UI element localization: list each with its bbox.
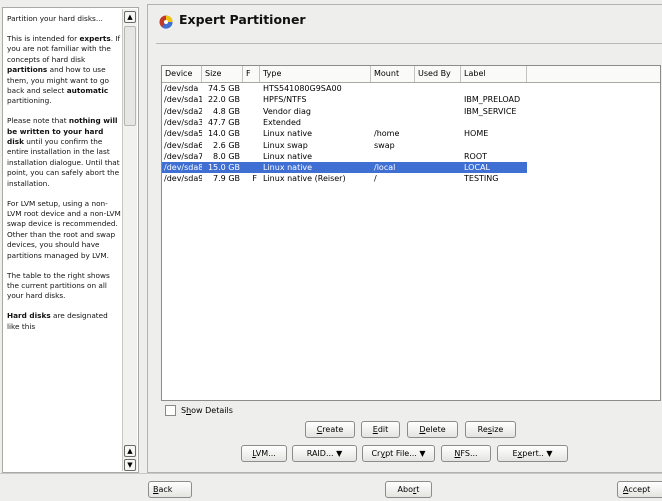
help-pane[interactable]: Partition your hard disks... This is inte… xyxy=(2,7,139,473)
nfs-button[interactable]: NFS... xyxy=(441,445,491,462)
scroll-down-icon[interactable]: ▼ xyxy=(124,459,136,471)
partition-table[interactable]: Device Size F Type Mount Used By Label /… xyxy=(161,65,661,401)
cell-label: ROOT xyxy=(464,151,488,161)
cell-label: IBM_SERVICE xyxy=(464,106,517,116)
cell-device: /dev/sda xyxy=(164,84,199,93)
scroll-up-icon[interactable]: ▲ xyxy=(124,445,136,457)
column-header-mount[interactable]: Mount xyxy=(371,66,415,82)
cell-mount: /local xyxy=(374,163,396,173)
cell-device: /dev/sda7 xyxy=(164,151,202,161)
scrollbar-thumb[interactable] xyxy=(124,26,136,126)
cell-label: TESTING xyxy=(464,174,499,184)
accept-button[interactable]: Accept xyxy=(617,481,662,498)
cell-label: IBM_PRELOAD xyxy=(464,95,521,105)
cell-label: LOCAL xyxy=(464,163,490,173)
cell-device: /dev/sda3 xyxy=(164,117,202,127)
cell-device: /dev/sda9 xyxy=(164,174,202,184)
cell-device: /dev/sda5 xyxy=(164,129,202,139)
cell-size: 47.7 GB xyxy=(207,117,240,127)
cell-type: Extended xyxy=(263,117,301,127)
cell-label: HOME xyxy=(464,129,489,139)
table-row[interactable]: /dev/sda6 2.6 GB Linux swap swap xyxy=(162,140,527,151)
cell-device: /dev/sda6 xyxy=(164,140,202,150)
cell-size: 2.6 GB xyxy=(213,140,240,150)
help-paragraph: The table to the right shows the current… xyxy=(7,270,110,301)
cell-mount: / xyxy=(374,174,377,184)
help-paragraph: Please note that nothing will be written… xyxy=(7,116,120,188)
cell-size: 14.0 GB xyxy=(207,129,240,139)
help-text: Partition your hard disks... This is inte… xyxy=(7,14,121,342)
help-paragraph: This is intended for experts. If you are… xyxy=(7,33,121,106)
delete-button[interactable]: Delete xyxy=(407,421,458,438)
cell-type: Linux native (Reiser) xyxy=(263,174,346,184)
back-button[interactable]: Back xyxy=(148,481,192,498)
cell-type: Vendor diag xyxy=(263,106,311,116)
help-paragraph: For LVM setup, using a non-LVM root devi… xyxy=(7,198,121,260)
cell-mount: /home xyxy=(374,129,400,139)
cell-size: 22.0 GB xyxy=(207,95,240,105)
cell-type: Linux swap xyxy=(263,140,308,150)
table-row[interactable]: /dev/sda3 47.7 GB Extended xyxy=(162,117,527,128)
help-paragraph: Partition your hard disks... xyxy=(7,14,103,23)
cell-type: Linux native xyxy=(263,163,313,173)
cell-type: HTS541080G9SA00 xyxy=(263,84,342,93)
cell-size: 7.9 GB xyxy=(213,174,240,184)
page-title: Expert Partitioner xyxy=(179,12,306,27)
cell-size: 74.5 GB xyxy=(207,84,240,93)
dropdown-arrow-icon: ▼ xyxy=(336,449,343,458)
column-header-type[interactable]: Type xyxy=(260,66,371,82)
cell-type: HPFS/NTFS xyxy=(263,95,307,105)
show-details-label: Show Details xyxy=(181,406,233,415)
table-header: Device Size F Type Mount Used By Label xyxy=(162,66,660,83)
crypt-file-dropdown-button[interactable]: Crypt File... ▼ xyxy=(362,445,435,462)
table-row[interactable]: /dev/sda9 7.9 GB F Linux native (Reiser) / TE… xyxy=(162,173,527,184)
table-row[interactable]: /dev/sda1 22.0 GB HPFS/NTFS IBM_PRELOAD xyxy=(162,94,527,105)
raid-dropdown-button[interactable]: RAID... ▼ xyxy=(292,445,357,462)
help-scrollbar[interactable]: ▲ ▲ ▼ xyxy=(122,9,137,471)
help-paragraph: Hard disks are designated like this xyxy=(7,311,108,331)
cell-mount: swap xyxy=(374,140,395,150)
table-row[interactable]: /dev/sda8 15.0 GB Linux native/local LOCAL xyxy=(162,162,527,174)
expert-dropdown-button[interactable]: Expert.. ▼ xyxy=(497,445,568,462)
column-header-f[interactable]: F xyxy=(243,66,260,82)
cell-type: Linux native xyxy=(263,129,313,139)
cell-device: /dev/sda2 xyxy=(164,106,202,116)
abort-button[interactable]: Abort xyxy=(385,481,432,498)
cell-size: 4.8 GB xyxy=(213,106,240,116)
column-header-size[interactable]: Size xyxy=(202,66,243,82)
checkbox-box[interactable] xyxy=(165,405,176,416)
cell-device: /dev/sda1 xyxy=(164,95,202,105)
cell-f: F xyxy=(252,174,257,184)
table-row[interactable]: /dev/sda5 14.0 GB Linux native/home HOME xyxy=(162,128,527,139)
expert-partitioner-dialog: Expert Partitioner Device Size F Type Mo… xyxy=(147,4,662,473)
create-button[interactable]: Create xyxy=(305,421,355,438)
resize-button[interactable]: Resize xyxy=(465,421,516,438)
footer-divider xyxy=(0,473,662,474)
cell-type: Linux native xyxy=(263,151,313,161)
column-header-label[interactable]: Label xyxy=(461,66,527,82)
partitioner-icon xyxy=(159,15,173,29)
cell-size: 15.0 GB xyxy=(207,163,240,173)
table-row[interactable]: /dev/sda 74.5 GB HTS541080G9SA00 xyxy=(162,83,527,94)
scroll-up-icon[interactable]: ▲ xyxy=(124,11,136,23)
lvm-button[interactable]: LVM... xyxy=(241,445,287,462)
edit-button[interactable]: Edit xyxy=(361,421,400,438)
column-header-device[interactable]: Device xyxy=(162,66,202,82)
table-row[interactable]: /dev/sda2 4.8 GB Vendor diag IBM_SERVICE xyxy=(162,106,527,117)
title-divider xyxy=(156,43,662,44)
table-row[interactable]: /dev/sda7 8.0 GB Linux native ROOT xyxy=(162,151,527,162)
cell-size: 8.0 GB xyxy=(213,151,240,161)
column-header-used-by[interactable]: Used By xyxy=(415,66,461,82)
cell-device: /dev/sda8 xyxy=(164,163,202,173)
